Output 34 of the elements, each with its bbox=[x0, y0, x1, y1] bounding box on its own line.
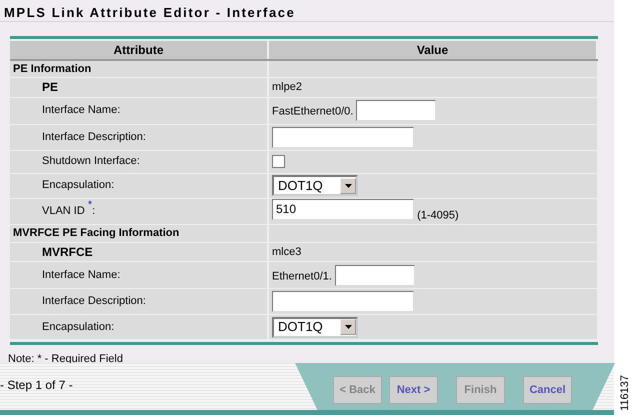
input-field[interactable] bbox=[335, 264, 415, 286]
field-label: Interface Description: bbox=[42, 130, 146, 145]
field-label: Interface Name: bbox=[42, 103, 120, 118]
wizard-button[interactable]: Cancel bbox=[523, 376, 572, 404]
dropdown[interactable]: DOT1Q bbox=[272, 316, 358, 338]
section-title: MVRFCE PE Facing Information bbox=[13, 226, 180, 239]
range-hint: (1-4095) bbox=[417, 209, 459, 221]
interface-prefix: Ethernet0/1. bbox=[272, 270, 332, 282]
field-label: PE bbox=[42, 79, 58, 96]
field-label: Shutdown Interface: bbox=[42, 154, 140, 170]
section-title: PE Information bbox=[13, 62, 92, 74]
checkbox[interactable] bbox=[272, 154, 285, 168]
wizard-button[interactable]: Next > bbox=[389, 376, 438, 404]
input-field[interactable] bbox=[272, 126, 414, 148]
field-label: Encapsulation: bbox=[42, 178, 114, 194]
figure-number: 116137 bbox=[618, 375, 632, 411]
input-field[interactable] bbox=[272, 291, 414, 312]
input-field[interactable] bbox=[356, 100, 436, 121]
step-indicator: - Step 1 of 7 - bbox=[0, 377, 73, 394]
field-label: Interface Description: bbox=[42, 294, 146, 310]
field-label: Encapsulation: bbox=[42, 320, 114, 335]
required-note: Note: * - Required Field bbox=[7, 352, 124, 367]
interface-prefix: FastEthernet0/0. bbox=[272, 106, 354, 118]
column-header: Value bbox=[268, 40, 597, 60]
field-value: mlpe2 bbox=[272, 81, 302, 93]
field-label: MVRFCE bbox=[42, 244, 93, 260]
column-header: Attribute bbox=[10, 40, 268, 60]
caret-icon bbox=[340, 178, 356, 194]
input-field[interactable]: 510 bbox=[272, 198, 414, 220]
field-value: mlce3 bbox=[272, 246, 302, 258]
field-label: Interface Name: bbox=[42, 268, 120, 283]
dropdown[interactable]: DOT1Q bbox=[272, 175, 358, 196]
page-title: MPLS Link Attribute Editor - Interface bbox=[4, 4, 296, 22]
caret-icon bbox=[340, 319, 356, 335]
